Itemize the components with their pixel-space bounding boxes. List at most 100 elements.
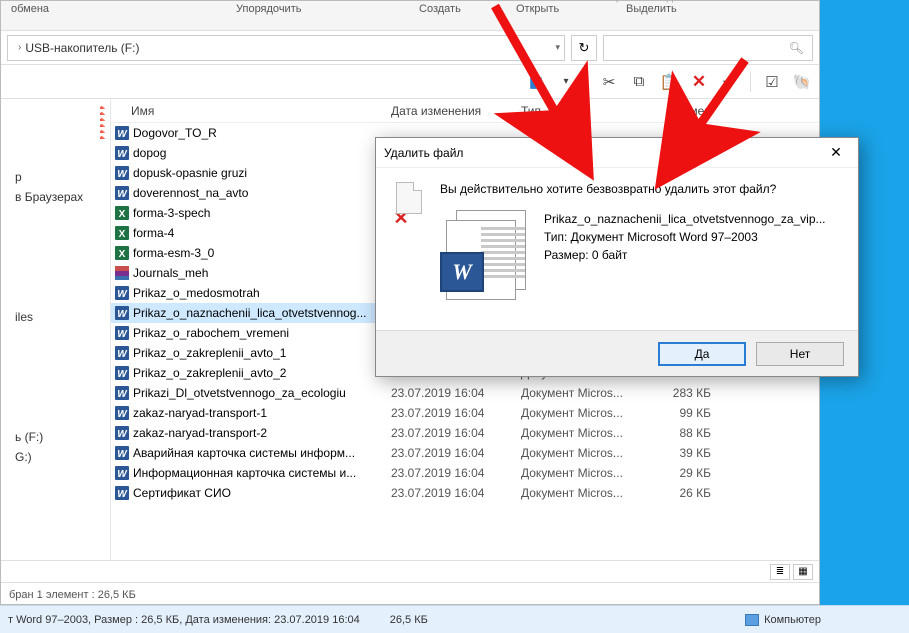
file-size: 88 КБ [641, 426, 711, 440]
details-size: 26,5 КБ [390, 614, 428, 626]
dialog-filesize: Размер: 0 байт [544, 246, 826, 264]
nav-item[interactable]: p [1, 167, 110, 187]
svg-text:W: W [117, 289, 128, 300]
delete-icon[interactable]: ✕ [688, 71, 710, 93]
word-icon: W [113, 485, 131, 501]
file-name: Prikaz_o_naznachenii_lica_otvetstvennog.… [133, 306, 391, 320]
file-row[interactable]: WАварийная карточка системы информ...23.… [111, 443, 819, 463]
svg-text:W: W [117, 329, 128, 340]
svg-text:W: W [117, 409, 128, 420]
svg-text:W: W [117, 129, 128, 140]
file-name: Prikaz_o_medosmotrah [133, 286, 391, 300]
svg-text:W: W [117, 169, 128, 180]
status-bar: бран 1 элемент : 26,5 КБ [1, 582, 819, 606]
file-date: 23.07.2019 16:04 [391, 486, 521, 500]
undo-icon[interactable]: ↶ [718, 71, 740, 93]
pin-icon: 📌 [94, 137, 106, 139]
file-date: 23.07.2019 16:04 [391, 406, 521, 420]
svg-text:W: W [117, 189, 128, 200]
chevron-down-icon[interactable]: ▾ [555, 42, 560, 53]
file-name: Prikazi_Dl_otvetstvennogo_za_ecologiu [133, 386, 391, 400]
file-row[interactable]: WСертификат СИО23.07.2019 16:04Документ … [111, 483, 819, 503]
excel-icon: X [113, 225, 131, 241]
file-size: 283 КБ [641, 386, 711, 400]
file-name: Сертификат СИО [133, 486, 391, 500]
copy-icon[interactable]: ⧉ [628, 71, 650, 93]
file-size: 26 КБ [641, 486, 711, 500]
file-type: Документ Micros... [521, 486, 641, 500]
properties-icon[interactable]: ☑ [761, 71, 783, 93]
file-name: Prikaz_o_zakreplenii_avto_1 [133, 346, 391, 360]
yes-button[interactable]: Да [658, 342, 746, 366]
file-name: Информационная карточка системы и... [133, 466, 391, 480]
file-name: zakaz-naryad-transport-2 [133, 426, 391, 440]
file-name: Journals_meh [133, 266, 391, 280]
svg-text:X: X [119, 209, 126, 220]
file-type: Документ Micros... [521, 426, 641, 440]
svg-text:W: W [117, 309, 128, 320]
file-row[interactable]: Wzakaz-naryad-transport-123.07.2019 16:0… [111, 403, 819, 423]
preview-pane-icon[interactable]: ◧ [525, 71, 547, 93]
word-icon: W [113, 425, 131, 441]
word-icon: W [113, 145, 131, 161]
svg-text:W: W [117, 389, 128, 400]
breadcrumb[interactable]: › USB-накопитель (F:) ▾ [7, 35, 565, 61]
svg-text:X: X [119, 249, 126, 260]
col-size[interactable]: Размер [641, 104, 711, 118]
file-thumbnail: W [440, 210, 530, 300]
nav-item[interactable]: 📌 [1, 133, 110, 139]
nav-item[interactable]: iles [1, 307, 110, 327]
file-row[interactable]: Wzakaz-naryad-transport-223.07.2019 16:0… [111, 423, 819, 443]
file-row[interactable]: W Prikazi_Dl_otvetstvennogo_za_ecologiu23… [111, 383, 819, 403]
chevron-right-icon: › [18, 42, 21, 53]
file-name: Prikaz_o_rabochem_vremeni [133, 326, 391, 340]
dialog-filetype: Тип: Документ Microsoft Word 97–2003 [544, 228, 826, 246]
search-input[interactable]: 🔍︎ [603, 35, 813, 61]
col-date[interactable]: Дата изменения [391, 104, 521, 118]
chevron-down-icon[interactable]: ▾ [555, 71, 577, 93]
file-name: forma-3-spech [133, 206, 391, 220]
view-details-icon[interactable]: ≣ [770, 564, 790, 580]
refresh-button[interactable]: ↻ [571, 35, 597, 61]
word-icon: W [113, 345, 131, 361]
nav-pane: 📌 📌 📌 📌 📌 📌 p в Браузерах iles ь (F:) G:… [1, 99, 111, 560]
file-name: dopusk-opasnie gruzi [133, 166, 391, 180]
shell-icon[interactable]: 🐚 [791, 71, 813, 93]
paste-icon[interactable]: 📋 [658, 71, 680, 93]
word-icon: W [113, 165, 131, 181]
toolbar: ◧ ▾ ✂ ⧉ 📋 ✕ ↶ ☑ 🐚 [1, 65, 819, 99]
file-date: 23.07.2019 16:04 [391, 386, 521, 400]
file-name: Аварийная карточка системы информ... [133, 446, 391, 460]
ribbon-create: Создать [419, 3, 461, 15]
address-bar: › USB-накопитель (F:) ▾ ↻ 🔍︎ [1, 31, 819, 65]
nav-item[interactable]: G:) [1, 447, 110, 467]
file-type: Документ Micros... [521, 466, 641, 480]
word-icon: W [113, 185, 131, 201]
file-name: Prikaz_o_zakreplenii_avto_2 [133, 366, 391, 380]
file-name: zakaz-naryad-transport-1 [133, 406, 391, 420]
status-text: бран 1 элемент : 26,5 КБ [9, 589, 136, 601]
file-date: 23.07.2019 16:04 [391, 426, 521, 440]
close-icon[interactable]: ✕ [822, 143, 850, 163]
svg-text:W: W [117, 429, 128, 440]
file-name: Dogovor_TO_R [133, 126, 391, 140]
view-tiles-icon[interactable]: ▦ [793, 564, 813, 580]
nav-item[interactable]: в Браузерах [1, 187, 110, 207]
file-name: forma-esm-3_0 [133, 246, 391, 260]
file-size: 29 КБ [641, 466, 711, 480]
col-name[interactable]: Имя [111, 104, 391, 118]
no-button[interactable]: Нет [756, 342, 844, 366]
column-headers[interactable]: Имя Дата изменения Тип Размер [111, 99, 819, 123]
search-icon: 🔍︎ [789, 41, 804, 55]
ribbon-open: Открыть [516, 3, 559, 15]
nav-item[interactable]: ь (F:) [1, 427, 110, 447]
word-icon: W [113, 465, 131, 481]
excel-icon: X [113, 205, 131, 221]
file-name: doverennost_na_avto [133, 186, 391, 200]
svg-text:W: W [117, 449, 128, 460]
file-row[interactable]: WИнформационная карточка системы и...23.… [111, 463, 819, 483]
word-icon: W [440, 252, 484, 292]
cut-icon[interactable]: ✂ [598, 71, 620, 93]
col-type[interactable]: Тип [521, 104, 641, 118]
word-icon: W [113, 405, 131, 421]
